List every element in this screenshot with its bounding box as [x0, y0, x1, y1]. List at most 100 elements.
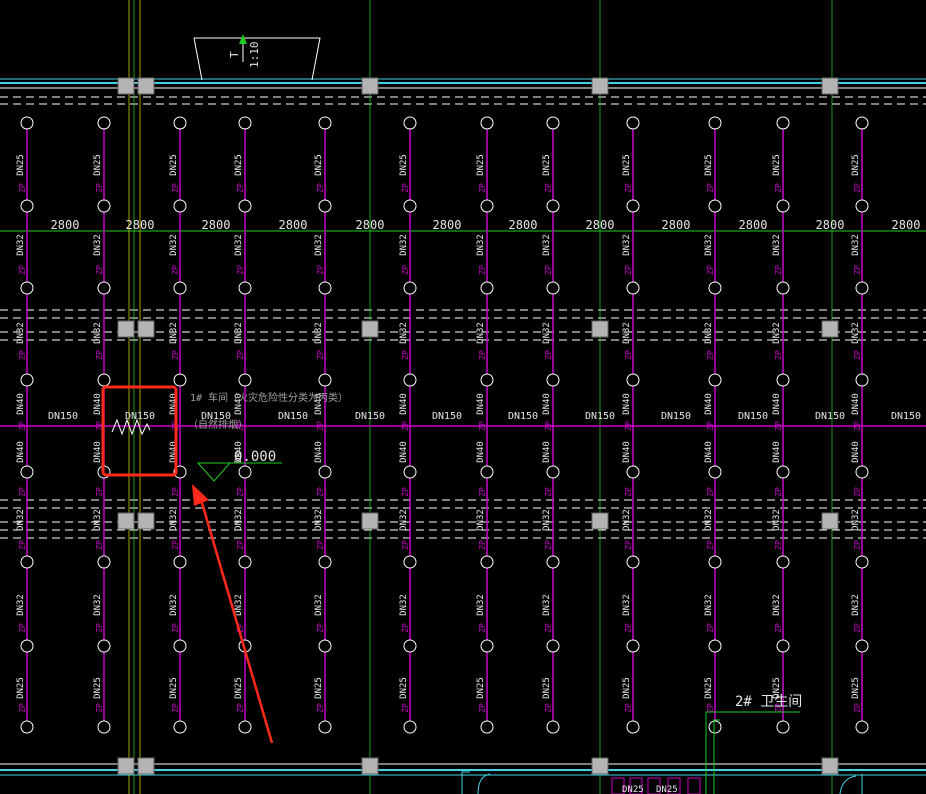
dimension-label: 2800 — [51, 218, 80, 232]
pipe-size-label: DN40 — [622, 393, 632, 415]
zp-label: ZP — [95, 487, 104, 497]
zp-label: ZP — [478, 540, 487, 550]
main-pipe-label: DN150 — [508, 411, 538, 422]
label-layer: 2800 2800 2800 2800 2800 2800 2800 2800 2800 2800… — [16, 154, 921, 713]
sprinkler-head — [708, 373, 722, 387]
zp-label: ZP — [171, 183, 180, 193]
structural-column — [117, 77, 135, 95]
pipe-size-label: DN32 — [314, 509, 324, 531]
sprinkler-head — [20, 555, 34, 569]
pipe-size-label: DN32 — [542, 322, 552, 344]
pipe-size-label: DN32 — [851, 322, 861, 344]
zp-label: ZP — [478, 421, 487, 431]
pipe-size-label: DN25 — [399, 677, 409, 699]
sprinkler-head — [855, 720, 869, 734]
zp-label: ZP — [478, 350, 487, 360]
pipe-size-label: DN32 — [234, 322, 244, 344]
pipe-size-label: DN32 — [16, 509, 26, 531]
pipe-size-label: DN32 — [314, 322, 324, 344]
pipe-size-label: DN40 — [772, 393, 782, 415]
pipe-size-label: DN32 — [169, 594, 179, 616]
pipe-size-label: DN40 — [16, 393, 26, 415]
sprinkler-head — [97, 720, 111, 734]
zp-label: ZP — [853, 487, 862, 497]
structural-column — [117, 757, 135, 775]
pipe-size-label: DN25 — [542, 677, 552, 699]
sprinkler-head — [546, 555, 560, 569]
sprinkler-head — [708, 281, 722, 295]
pipe-size-label: DN32 — [169, 322, 179, 344]
pipe-size-label: DN32 — [622, 594, 632, 616]
zp-label: ZP — [95, 265, 104, 275]
ramp-slope-letter: T — [228, 51, 241, 58]
pipe-size-label: DN40 — [314, 441, 324, 463]
zp-label: ZP — [478, 183, 487, 193]
sprinkler-head — [855, 199, 869, 213]
sprinkler-head — [776, 720, 790, 734]
dimension-label: 2800 — [739, 218, 768, 232]
zp-label: ZP — [853, 421, 862, 431]
pipe-size-label: DN25 — [476, 677, 486, 699]
zp-label: ZP — [171, 265, 180, 275]
zp-label: ZP — [544, 540, 553, 550]
bottom-pipe-label: DN25 — [622, 785, 644, 794]
pipe-size-label: DN32 — [476, 594, 486, 616]
zp-label: ZP — [236, 265, 245, 275]
structural-column — [591, 757, 609, 775]
zp-label: ZP — [853, 703, 862, 713]
zp-label: ZP — [171, 703, 180, 713]
pipe-size-label: DN25 — [314, 677, 324, 699]
pipe-size-label: DN25 — [851, 154, 861, 176]
zp-label: ZP — [18, 350, 27, 360]
zp-label: ZP — [18, 540, 27, 550]
cad-drawing-viewport[interactable]: 2800 2800 2800 2800 2800 2800 2800 2800 2800 2800… — [0, 0, 926, 794]
zp-label: ZP — [171, 350, 180, 360]
highlight-arrowhead — [192, 484, 209, 506]
sprinkler-head — [403, 555, 417, 569]
zp-label: ZP — [624, 623, 633, 633]
sprinkler-plan-drawing[interactable]: 2800 2800 2800 2800 2800 2800 2800 2800 2800 2800… — [0, 0, 926, 794]
pipe-size-label: DN32 — [399, 594, 409, 616]
pipe-size-label: DN40 — [16, 441, 26, 463]
room-name-note: 1# 车间（火灾危险性分类为丙类） — [190, 391, 348, 404]
pipe-size-label: DN25 — [234, 154, 244, 176]
zp-label: ZP — [853, 183, 862, 193]
zp-label: ZP — [316, 540, 325, 550]
pipe-size-label: DN32 — [772, 509, 782, 531]
zp-label: ZP — [171, 487, 180, 497]
pipe-size-label: DN32 — [93, 509, 103, 531]
sprinkler-head — [403, 639, 417, 653]
sprinkler-head — [97, 116, 111, 130]
zp-label: ZP — [478, 623, 487, 633]
zp-label: ZP — [624, 703, 633, 713]
pipe-size-label: DN25 — [169, 154, 179, 176]
pipe-size-label: DN32 — [93, 322, 103, 344]
pipe-size-label: DN25 — [314, 154, 324, 176]
zp-label: ZP — [401, 350, 410, 360]
pipe-size-label: DN32 — [314, 234, 324, 256]
pipe-size-label: DN32 — [476, 509, 486, 531]
zp-label: ZP — [18, 183, 27, 193]
pipe-size-label: DN32 — [704, 509, 714, 531]
pipe-size-label: DN32 — [622, 234, 632, 256]
sprinkler-head — [238, 116, 252, 130]
room-smoke-note: （自然排烟） — [188, 418, 248, 431]
zp-label: ZP — [171, 623, 180, 633]
elevation-triangle — [196, 462, 232, 482]
zp-label: ZP — [544, 623, 553, 633]
zp-label: ZP — [624, 540, 633, 550]
zp-label: ZP — [853, 265, 862, 275]
pipe-size-label: DN32 — [704, 322, 714, 344]
zp-label: ZP — [706, 183, 715, 193]
dimension-label: 2800 — [433, 218, 462, 232]
zp-label: ZP — [706, 703, 715, 713]
dimension-label: 2800 — [509, 218, 538, 232]
pipe-size-label: DN32 — [476, 322, 486, 344]
flexible-joint-symbol — [111, 418, 151, 436]
zp-label: ZP — [624, 265, 633, 275]
structural-column — [591, 77, 609, 95]
zp-label: ZP — [624, 487, 633, 497]
sprinkler-head — [173, 555, 187, 569]
sprinkler-head — [546, 116, 560, 130]
washroom-label: 2# 卫生间 — [735, 694, 802, 710]
